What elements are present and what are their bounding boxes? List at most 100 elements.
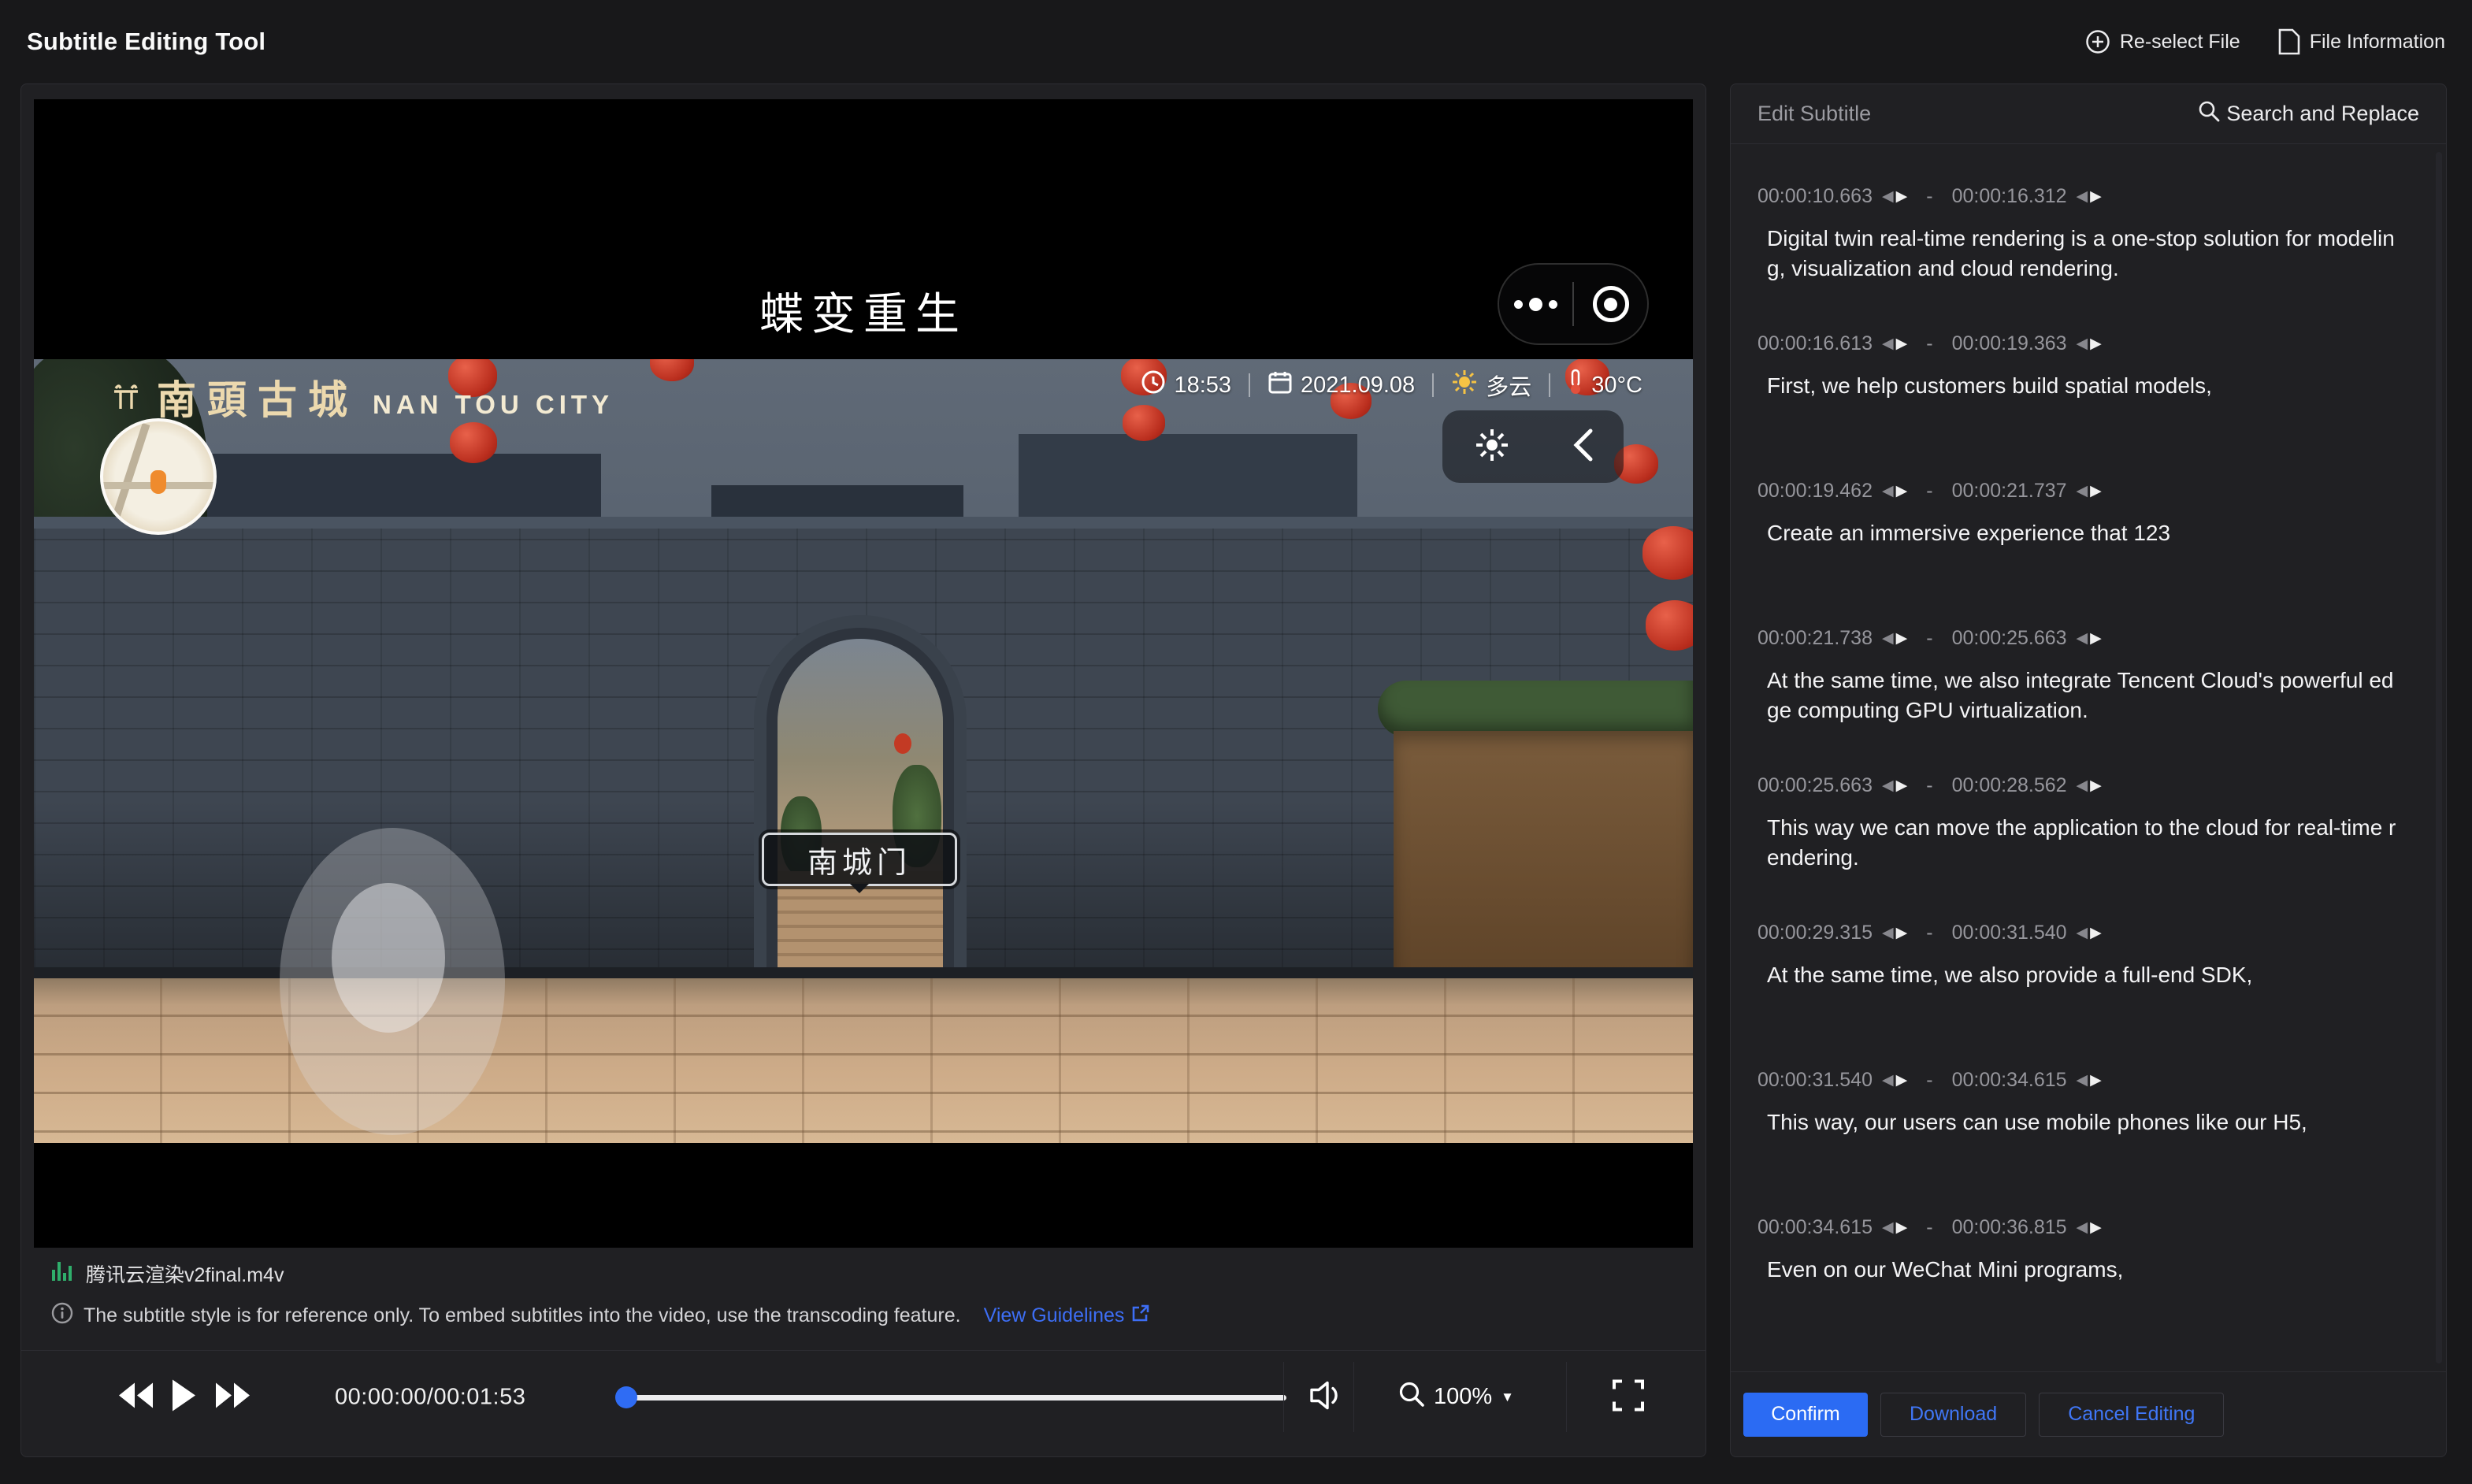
chevron-down-icon: ▼ xyxy=(1501,1389,1514,1405)
subtitle-text-field[interactable]: This way, our users can use mobile phone… xyxy=(1757,1107,2397,1137)
end-time-field[interactable]: 00:00:36.815 xyxy=(1952,1216,2067,1239)
edit-panel-header: Edit Subtitle Search and Replace xyxy=(1731,84,2446,144)
seek-slider[interactable] xyxy=(620,1386,1286,1408)
minimap-pin xyxy=(150,470,166,494)
hud-time: 18:53 xyxy=(1141,369,1231,401)
time-nudge-arrows-icon[interactable]: ◀▶ xyxy=(1882,1219,1907,1237)
time-nudge-arrows-icon[interactable]: ◀▶ xyxy=(2077,1071,2102,1089)
time-nudge-arrows-icon[interactable]: ◀▶ xyxy=(2077,1219,2102,1237)
time-nudge-arrows-icon[interactable]: ◀▶ xyxy=(2077,482,2102,500)
subtitle-text-field[interactable]: Create an immersive experience that 123 xyxy=(1757,518,2397,548)
gate-name-plaque: 南城门 xyxy=(762,833,957,886)
header-actions: Re-select File File Information xyxy=(2085,28,2445,55)
subtitle-entry: 00:00:25.663 ◀▶ - 00:00:28.562 ◀▶ This w… xyxy=(1757,774,2419,922)
file-information-label: File Information xyxy=(2310,31,2445,54)
thermometer-icon xyxy=(1568,369,1583,402)
fast-forward-button[interactable] xyxy=(215,1382,250,1412)
rewind-button[interactable] xyxy=(119,1382,154,1412)
gate-archway xyxy=(778,639,943,981)
start-time-field[interactable]: 00:00:25.663 xyxy=(1757,774,1873,797)
seek-thumb[interactable] xyxy=(615,1386,637,1408)
download-button[interactable]: Download xyxy=(1880,1393,2026,1437)
start-time-field[interactable]: 00:00:29.315 xyxy=(1757,922,1873,944)
landmark-sign-zh: 南頭古城 xyxy=(157,369,358,425)
subtitle-text-field[interactable]: At the same time, we also provide a full… xyxy=(1757,960,2397,990)
scrollbar[interactable] xyxy=(2436,152,2442,1363)
search-and-replace-button[interactable]: Search and Replace xyxy=(2198,100,2419,128)
end-time-field[interactable]: 00:00:31.540 xyxy=(1952,922,2067,944)
fullscreen-button[interactable] xyxy=(1613,1379,1644,1415)
subtitle-entry: 00:00:19.462 ◀▶ - 00:00:21.737 ◀▶ Create… xyxy=(1757,480,2419,627)
subtitle-entry: 00:00:31.540 ◀▶ - 00:00:34.615 ◀▶ This w… xyxy=(1757,1069,2419,1216)
volume-button[interactable] xyxy=(1308,1379,1346,1415)
plus-circle-icon xyxy=(2085,29,2110,54)
search-icon xyxy=(2198,100,2220,128)
cancel-editing-button[interactable]: Cancel Editing xyxy=(2039,1393,2224,1437)
subtitle-entry: 00:00:34.615 ◀▶ - 00:00:36.815 ◀▶ Even o… xyxy=(1757,1216,2419,1363)
video-viewport[interactable]: 蝶变重生 南頭古城 xyxy=(34,99,1693,1248)
end-time-field[interactable]: 00:00:28.562 xyxy=(1952,774,2067,797)
edit-subtitle-panel: Edit Subtitle Search and Replace 00:00:1… xyxy=(1730,83,2447,1457)
time-nudge-arrows-icon[interactable]: ◀▶ xyxy=(1882,187,1907,206)
info-icon xyxy=(51,1302,73,1330)
subtitle-text-field[interactable]: This way we can move the application to … xyxy=(1757,813,2397,873)
exit-circle-icon xyxy=(1574,286,1647,322)
start-time-field[interactable]: 00:00:31.540 xyxy=(1757,1069,1873,1092)
subtitle-entry: 00:00:21.738 ◀▶ - 00:00:25.663 ◀▶ At the… xyxy=(1757,627,2419,774)
end-time-field[interactable]: 00:00:21.737 xyxy=(1952,480,2067,503)
file-information-button[interactable]: File Information xyxy=(2278,28,2445,55)
video-overlay-title: 蝶变重生 xyxy=(34,279,1693,343)
subtitle-entry: 00:00:16.613 ◀▶ - 00:00:19.363 ◀▶ First,… xyxy=(1757,332,2419,480)
reselect-file-label: Re-select File xyxy=(2120,31,2240,54)
playback-time-display: 00:00:00/00:01:53 xyxy=(335,1384,525,1410)
start-time-field[interactable]: 00:00:16.613 xyxy=(1757,332,1873,355)
subtitle-note-text: The subtitle style is for reference only… xyxy=(84,1304,961,1327)
start-time-field[interactable]: 00:00:21.738 xyxy=(1757,627,1873,650)
seek-track[interactable] xyxy=(620,1395,1286,1401)
scene-control-box xyxy=(1442,410,1624,483)
time-nudge-arrows-icon[interactable]: ◀▶ xyxy=(1882,482,1907,500)
time-nudge-arrows-icon[interactable]: ◀▶ xyxy=(2077,335,2102,353)
nantou-logo-icon xyxy=(109,380,143,417)
start-time-field[interactable]: 00:00:19.462 xyxy=(1757,480,1873,503)
zoom-level-value: 100% xyxy=(1434,1384,1492,1410)
time-nudge-arrows-icon[interactable]: ◀▶ xyxy=(1882,629,1907,647)
time-nudge-arrows-icon[interactable]: ◀▶ xyxy=(2077,924,2102,942)
view-guidelines-link[interactable]: View Guidelines xyxy=(984,1304,1151,1328)
confirm-button[interactable]: Confirm xyxy=(1743,1393,1868,1437)
time-nudge-arrows-icon[interactable]: ◀▶ xyxy=(1882,1071,1907,1089)
landmark-sign-en: NAN TOU CITY xyxy=(373,390,614,420)
lantern xyxy=(1123,405,1165,441)
subtitle-list[interactable]: 00:00:10.663 ◀▶ - 00:00:16.312 ◀▶ Digita… xyxy=(1731,144,2446,1371)
play-button[interactable] xyxy=(171,1378,196,1415)
scene-cliff xyxy=(1394,731,1693,983)
sun-icon xyxy=(1451,369,1478,402)
start-time-field[interactable]: 00:00:34.615 xyxy=(1757,1216,1873,1239)
brightness-icon xyxy=(1473,426,1511,468)
end-time-field[interactable]: 00:00:19.363 xyxy=(1952,332,2067,355)
end-time-field[interactable]: 00:00:16.312 xyxy=(1952,185,2067,208)
time-nudge-arrows-icon[interactable]: ◀▶ xyxy=(2077,777,2102,795)
app-header: Subtitle Editing Tool Re-select File Fil… xyxy=(0,0,2472,83)
time-nudge-arrows-icon[interactable]: ◀▶ xyxy=(2077,629,2102,647)
subtitle-text-field[interactable]: Even on our WeChat Mini programs, xyxy=(1757,1255,2397,1285)
zoom-control[interactable]: 100% ▼ xyxy=(1398,1381,1514,1414)
page-title: Subtitle Editing Tool xyxy=(27,28,265,56)
time-nudge-arrows-icon[interactable]: ◀▶ xyxy=(1882,335,1907,353)
edit-panel-footer: Confirm Download Cancel Editing xyxy=(1731,1371,2446,1456)
reselect-file-button[interactable]: Re-select File xyxy=(2085,29,2240,54)
time-nudge-arrows-icon[interactable]: ◀▶ xyxy=(1882,924,1907,942)
time-nudge-arrows-icon[interactable]: ◀▶ xyxy=(1882,777,1907,795)
subtitle-text-field[interactable]: Digital twin real-time rendering is a on… xyxy=(1757,224,2397,284)
start-time-field[interactable]: 00:00:10.663 xyxy=(1757,185,1873,208)
end-time-field[interactable]: 00:00:34.615 xyxy=(1952,1069,2067,1092)
video-filename: 腾讯云渲染v2final.m4v xyxy=(86,1260,284,1288)
lantern xyxy=(1646,600,1693,651)
subtitle-entry: 00:00:10.663 ◀▶ - 00:00:16.312 ◀▶ Digita… xyxy=(1757,185,2419,332)
end-time-field[interactable]: 00:00:25.663 xyxy=(1952,627,2067,650)
back-chevron-icon xyxy=(1572,428,1594,466)
miniprogram-capsule xyxy=(1498,263,1649,345)
subtitle-text-field[interactable]: At the same time, we also integrate Tenc… xyxy=(1757,666,2397,725)
time-nudge-arrows-icon[interactable]: ◀▶ xyxy=(2077,187,2102,206)
subtitle-text-field[interactable]: First, we help customers build spatial m… xyxy=(1757,371,2397,401)
